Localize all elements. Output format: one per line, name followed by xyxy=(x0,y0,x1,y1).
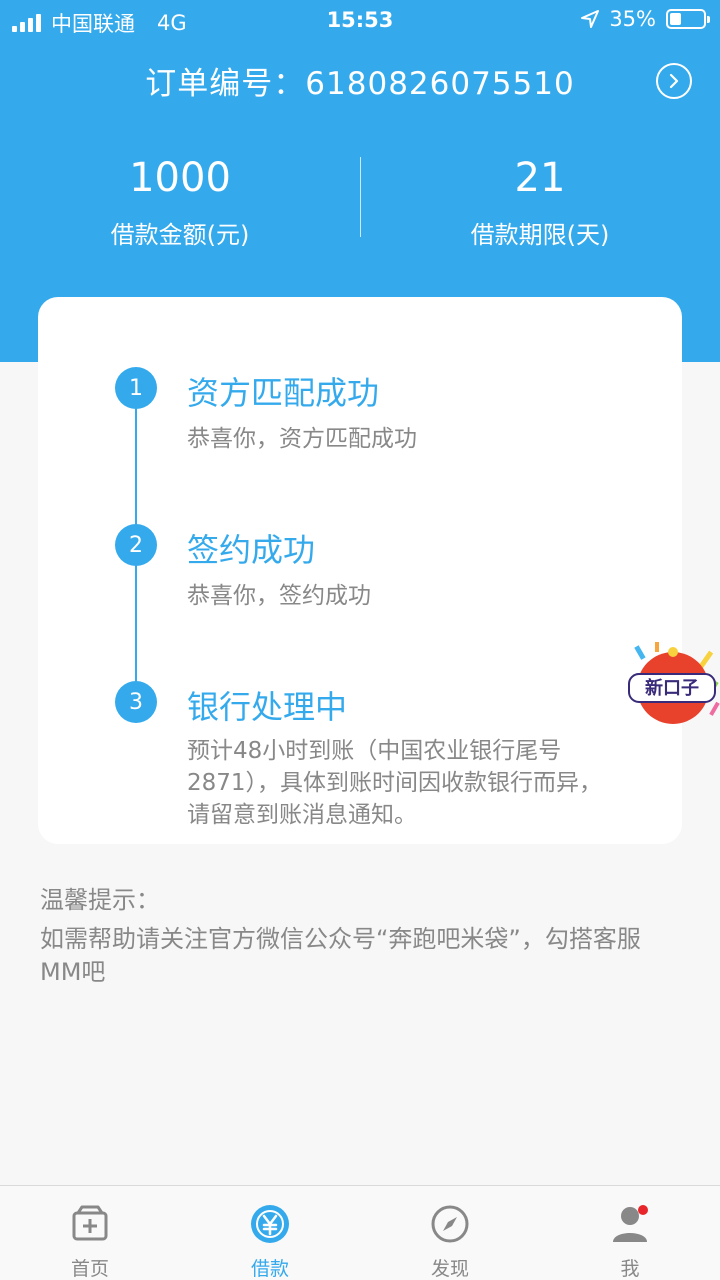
step-3-title: 银行处理中 xyxy=(187,688,348,726)
step-1-number: 1 xyxy=(115,367,157,409)
tab-me[interactable]: 我 xyxy=(540,1186,720,1280)
tips-title: 温馨提示： xyxy=(40,886,160,914)
promo-badge[interactable]: 新口子 xyxy=(625,640,720,730)
step-3-number: 3 xyxy=(115,681,157,723)
loan-term-value: 21 xyxy=(514,155,566,201)
loan-amount: 1000 借款金额(元) xyxy=(0,155,360,250)
tab-me-label: 我 xyxy=(620,1258,640,1280)
tips-section: 温馨提示： 如需帮助请关注官方微信公众号“奔跑吧米袋”，勾搭客服MM吧 xyxy=(40,884,680,989)
order-number: 6180826075510 xyxy=(305,66,575,102)
step-3-desc: 预计48小时到账（中国农业银行尾号2871），具体到账时间因收款银行而异，请留意… xyxy=(187,738,603,828)
step-2-title: 签约成功 xyxy=(187,531,316,569)
loan-amount-value: 1000 xyxy=(129,155,231,201)
tab-discover[interactable]: 发现 xyxy=(360,1186,540,1280)
tab-bar: 首页 借款 发现 我 xyxy=(0,1185,720,1280)
tab-discover-label: 发现 xyxy=(430,1258,469,1280)
step-2-number: 2 xyxy=(115,524,157,566)
step-1-title: 资方匹配成功 xyxy=(187,374,380,412)
tab-home[interactable]: 首页 xyxy=(0,1186,180,1280)
order-number-row: 订单编号：6180826075510 xyxy=(0,58,720,103)
tab-loan[interactable]: 借款 xyxy=(180,1186,360,1280)
order-detail-button[interactable] xyxy=(656,63,692,99)
chevron-right-icon xyxy=(669,73,679,89)
compass-icon xyxy=(431,1205,469,1243)
tab-loan-label: 借款 xyxy=(250,1258,289,1280)
home-box-icon xyxy=(72,1205,108,1241)
promo-badge-text: 新口子 xyxy=(645,678,699,699)
step-1-desc: 恭喜你，资方匹配成功 xyxy=(187,426,417,452)
loan-term-label: 借款期限(天) xyxy=(470,221,610,249)
battery-icon xyxy=(666,9,710,29)
tips-text: 如需帮助请关注官方微信公众号“奔跑吧米袋”，勾搭客服MM吧 xyxy=(40,925,641,986)
status-bar: 中国联通 4G 15:53 35% xyxy=(0,0,720,40)
order-number-label: 订单编号： xyxy=(145,66,306,102)
yuan-icon xyxy=(251,1205,289,1243)
loan-amount-label: 借款金额(元) xyxy=(110,221,250,249)
battery-percent: 35% xyxy=(609,7,656,31)
tab-home-label: 首页 xyxy=(70,1258,109,1280)
step-2-desc: 恭喜你，签约成功 xyxy=(187,583,371,609)
user-icon xyxy=(613,1205,648,1242)
location-arrow-icon xyxy=(581,10,600,28)
loan-term: 21 借款期限(天) xyxy=(360,155,720,250)
